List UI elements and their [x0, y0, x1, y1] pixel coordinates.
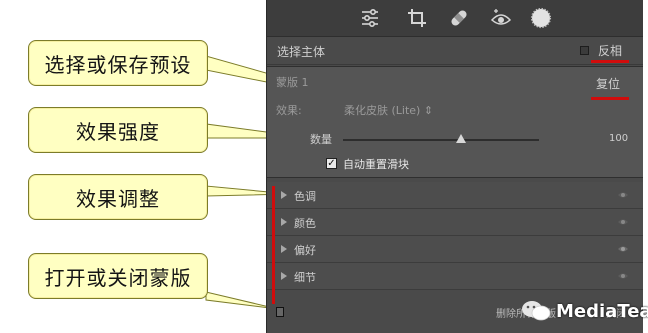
amount-slider[interactable] — [343, 134, 539, 143]
select-subject-row: 选择主体 反相 — [267, 36, 643, 65]
mask-settings: 蒙版 1 复位 效果: 柔化皮肤 (Lite) ⇕ 数量 100 ✓ 自动重置滑… — [267, 66, 643, 178]
adjust-row-color[interactable]: 颜色 — [267, 209, 643, 236]
eye-icon[interactable] — [617, 217, 629, 227]
expand-triangle-icon[interactable] — [281, 191, 287, 199]
expand-triangle-icon[interactable] — [281, 218, 287, 226]
invert-checkbox[interactable] — [580, 46, 589, 55]
adjust-row-label: 偏好 — [294, 244, 316, 257]
callout-preset: 选择或保存预设 — [28, 40, 208, 86]
adjust-row-label: 颜色 — [294, 217, 316, 230]
invert-label[interactable]: 反相 — [598, 42, 622, 59]
adjust-row-label: 色调 — [294, 190, 316, 203]
expand-triangle-icon[interactable] — [281, 272, 287, 280]
red-underline — [591, 60, 629, 63]
adjust-sliders-icon[interactable] — [358, 6, 382, 30]
eye-icon[interactable] — [617, 244, 629, 254]
auto-reset-label: 自动重置滑块 — [343, 158, 409, 171]
crop-icon[interactable] — [405, 6, 429, 30]
callout-adjust: 效果调整 — [28, 174, 208, 220]
effect-preset-select[interactable]: 柔化皮肤 (Lite) ⇕ — [344, 102, 433, 118]
amount-slider-thumb[interactable] — [455, 134, 466, 143]
tool-bar — [267, 0, 643, 37]
reset-button[interactable]: 复位 — [596, 75, 620, 92]
mask-panel: 选择主体 反相 蒙版 1 复位 效果: 柔化皮肤 (Lite) ⇕ 数量 100… — [266, 0, 648, 333]
amount-value: 100 — [609, 133, 629, 144]
adjust-row-label: 细节 — [294, 271, 316, 284]
auto-reset-checkbox[interactable]: ✓ — [326, 158, 337, 169]
eye-icon[interactable] — [617, 190, 629, 200]
adjust-row-tone[interactable]: 色调 — [267, 182, 643, 209]
adjust-row-preference[interactable]: 偏好 — [267, 236, 643, 263]
vignette-icon[interactable] — [529, 6, 553, 30]
red-eye-icon[interactable] — [489, 6, 513, 30]
callout-strength: 效果强度 — [28, 107, 208, 153]
eye-icon[interactable] — [617, 271, 629, 281]
chat-bubble-icon — [522, 301, 551, 321]
watermark: MediaTea — [520, 296, 648, 326]
watermark-text: MediaTea — [556, 300, 648, 322]
effect-label: 效果: — [276, 104, 302, 117]
select-subject-label[interactable]: 选择主体 — [277, 43, 325, 60]
bandage-icon[interactable] — [447, 6, 471, 30]
callout-toggle: 打开或关闭蒙版 — [28, 253, 208, 299]
red-underline — [591, 97, 629, 100]
adjust-row-detail[interactable]: 细节 — [267, 263, 643, 290]
amount-label: 数量 — [310, 133, 332, 146]
mask-toggle-icon[interactable] — [276, 307, 284, 317]
expand-triangle-icon[interactable] — [281, 245, 287, 253]
red-bracket — [272, 186, 275, 304]
mask-title: 蒙版 1 — [276, 76, 309, 89]
